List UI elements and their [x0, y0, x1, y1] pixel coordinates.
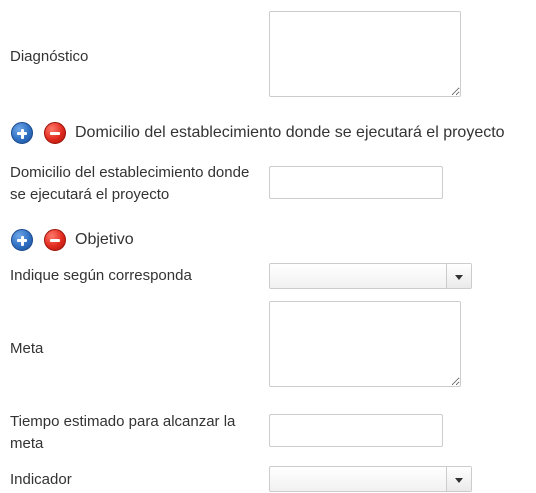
domicilio-label: Domicilio del establecimiento donde se e… — [10, 164, 250, 203]
chevron-down-icon[interactable] — [446, 467, 471, 491]
section-domicilio-title: Domicilio del establecimiento donde se e… — [75, 124, 505, 141]
domicilio-input[interactable] — [269, 166, 443, 199]
add-domicilio-button[interactable] — [11, 122, 33, 144]
diagnostico-textarea[interactable] — [269, 11, 461, 97]
indique-label: Indique según corresponda — [10, 267, 192, 284]
remove-domicilio-button[interactable] — [44, 122, 66, 144]
meta-textarea[interactable] — [269, 301, 461, 387]
diagnostico-label: Diagnóstico — [10, 48, 89, 65]
tiempo-input[interactable] — [269, 414, 443, 447]
remove-objetivo-button[interactable] — [44, 229, 66, 251]
indicador-label: Indicador — [10, 471, 72, 488]
section-objetivo-title: Objetivo — [75, 231, 134, 248]
indique-select[interactable] — [269, 263, 472, 289]
indicador-select[interactable] — [269, 466, 472, 492]
chevron-down-icon[interactable] — [446, 264, 471, 288]
tiempo-label: Tiempo estimado para alcanzar la meta — [10, 413, 236, 452]
add-objetivo-button[interactable] — [11, 229, 33, 251]
meta-label: Meta — [10, 340, 44, 357]
